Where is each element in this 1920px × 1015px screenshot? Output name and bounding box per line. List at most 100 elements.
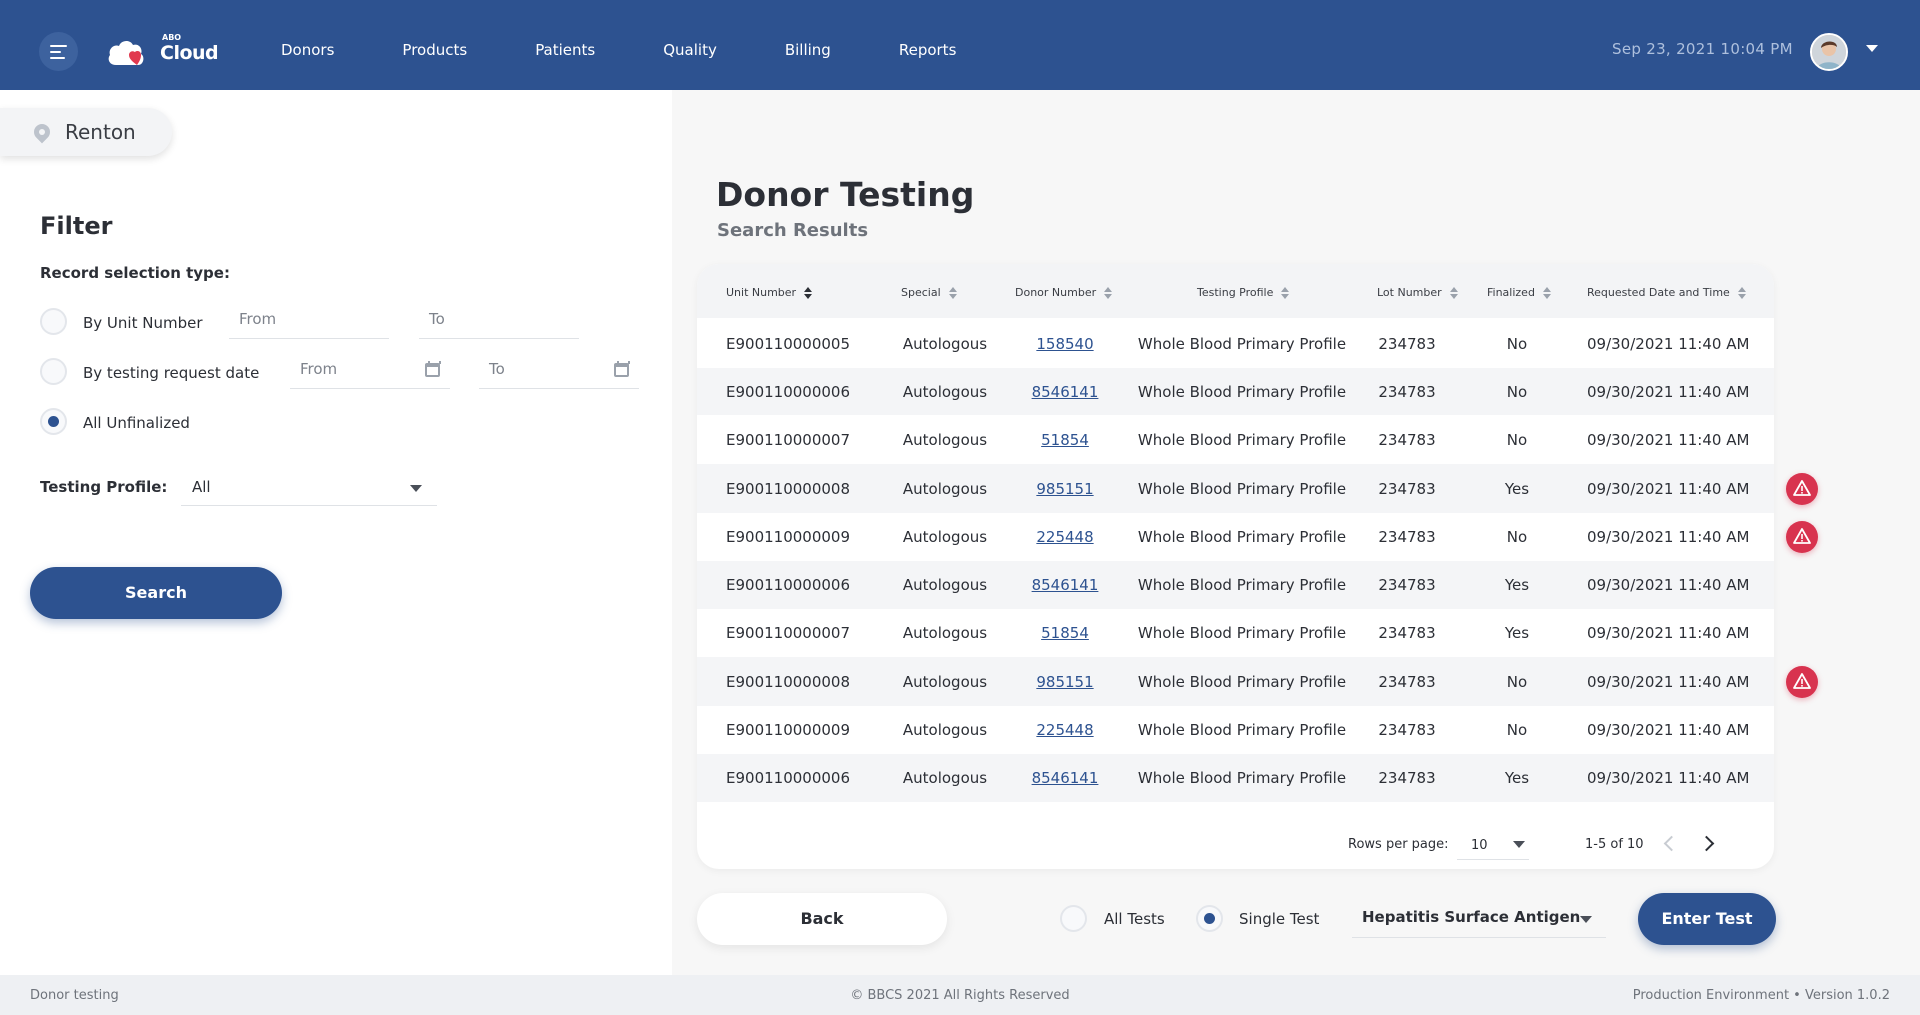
cell-lot: 234783: [1378, 721, 1436, 739]
donor-number-link[interactable]: 51854: [1015, 431, 1115, 449]
table-row[interactable]: E900110000007 Autologous 51854 Whole Blood …: [697, 415, 1774, 464]
previous-page-chevron-left-icon[interactable]: [1663, 835, 1680, 852]
donor-number-link[interactable]: 8546141: [1015, 383, 1115, 401]
column-header-donor-number[interactable]: Donor Number: [1015, 286, 1113, 299]
nav-item-patients[interactable]: Patients: [535, 0, 595, 100]
abo-cloud-logo[interactable]: ABO Cloud: [107, 33, 219, 69]
nav-item-quality[interactable]: Quality: [663, 0, 717, 100]
cell-finalized: No: [1506, 334, 1528, 353]
donor-number-link[interactable]: 51854: [1015, 624, 1115, 642]
sort-icon[interactable]: [948, 287, 957, 299]
back-button[interactable]: Back: [697, 893, 947, 945]
single-test-chevron-down-icon: [1580, 916, 1592, 923]
results-table: Unit Number Special Donor Number Testing…: [697, 264, 1774, 869]
testing-profile-value: All: [192, 478, 211, 496]
donor-number-link[interactable]: 225448: [1015, 721, 1115, 739]
all-unfinalized-radio[interactable]: [40, 408, 67, 435]
table-row[interactable]: E900110000008 Autologous 985151 Whole Blood…: [697, 464, 1774, 513]
nav-item-reports[interactable]: Reports: [899, 0, 957, 100]
donor-number-link[interactable]: 225448: [1015, 528, 1115, 546]
warning-triangle-icon[interactable]: [1786, 521, 1818, 553]
rows-per-page-select[interactable]: 10: [1457, 828, 1529, 860]
pagination-range: 1-5 of 10: [1585, 837, 1644, 852]
testing-profile-select[interactable]: All: [181, 468, 437, 506]
hamburger-menu-icon[interactable]: [39, 32, 78, 71]
cell-special: Autologous: [902, 334, 988, 353]
donor-number-link[interactable]: 8546141: [1015, 576, 1115, 594]
cell-special: Autologous: [902, 528, 988, 546]
donor-number-link[interactable]: 985151: [1015, 480, 1115, 498]
sort-icon[interactable]: [804, 287, 813, 299]
table-row[interactable]: E900110000008 Autologous 985151 Whole Blood…: [697, 657, 1774, 706]
table-row[interactable]: E900110000006 Autologous 8546141 Whole Bloo…: [697, 368, 1774, 415]
date-from-calendar-icon[interactable]: [425, 361, 441, 377]
single-test-select[interactable]: Hepatitis Surface Antigen: [1352, 898, 1606, 938]
date-to-input[interactable]: To: [479, 355, 639, 389]
date-to-calendar-icon[interactable]: [614, 361, 630, 377]
column-header-requested-date-time[interactable]: Requested Date and Time: [1587, 286, 1746, 299]
cell-lot: 234783: [1378, 672, 1436, 691]
nav-item-donors[interactable]: Donors: [281, 0, 334, 100]
cell-finalized: Yes: [1504, 576, 1530, 594]
cell-requested-date-time: 09/30/2021 11:40 AM: [1587, 528, 1750, 546]
cell-lot: 234783: [1378, 624, 1436, 642]
by-unit-number-radio[interactable]: [40, 308, 67, 335]
cell-special: Autologous: [902, 672, 988, 691]
search-button[interactable]: Search: [30, 567, 282, 619]
cell-special: Autologous: [902, 479, 988, 498]
sort-icon[interactable]: [1737, 287, 1746, 299]
cell-requested-date-time: 09/30/2021 11:40 AM: [1587, 769, 1750, 787]
enter-test-button[interactable]: Enter Test: [1638, 893, 1776, 945]
cell-unit: E900110000009: [726, 528, 850, 546]
sort-icon[interactable]: [1449, 287, 1458, 299]
table-row[interactable]: E900110000009 Autologous 225448 Whole Blood…: [697, 706, 1774, 754]
next-page-chevron-right-icon[interactable]: [1698, 835, 1715, 852]
cell-finalized: No: [1506, 382, 1528, 401]
top-navigation-bar: ABO Cloud Donors Products Patients Quali…: [0, 0, 1920, 90]
nav-item-billing[interactable]: Billing: [785, 0, 831, 100]
donor-number-link[interactable]: 985151: [1015, 673, 1115, 691]
table-row[interactable]: E900110000006 Autologous 8546141 Whole Bloo…: [697, 754, 1774, 802]
footer: Donor testing © BBCS 2021 All Rights Res…: [0, 975, 1920, 1015]
column-header-lot-number[interactable]: Lot Number: [1377, 286, 1458, 299]
column-header-finalized[interactable]: Finalized: [1487, 286, 1551, 299]
nav-item-products[interactable]: Products: [402, 0, 467, 100]
cell-lot: 234783: [1378, 430, 1436, 449]
single-test-radio[interactable]: [1196, 905, 1223, 932]
cell-profile: Whole Blood Primary Profile: [1137, 721, 1347, 739]
cell-profile: Whole Blood Primary Profile: [1137, 528, 1347, 546]
cell-requested-date-time: 09/30/2021 11:40 AM: [1587, 382, 1750, 401]
by-testing-date-radio[interactable]: [40, 358, 67, 385]
warning-triangle-icon[interactable]: [1786, 472, 1818, 505]
donor-number-link[interactable]: 158540: [1015, 335, 1115, 353]
user-avatar[interactable]: [1810, 33, 1848, 71]
filter-panel: Renton Filter Record selection type: By …: [0, 90, 672, 975]
table-row[interactable]: E900110000006 Autologous 8546141 Whole Bloo…: [697, 561, 1774, 609]
cell-requested-date-time: 09/30/2021 11:40 AM: [1587, 334, 1750, 353]
column-header-special[interactable]: Special: [901, 286, 957, 299]
main-nav: Donors Products Patients Quality Billing…: [281, 0, 1024, 100]
cell-finalized: No: [1506, 430, 1528, 449]
column-header-unit-number[interactable]: Unit Number: [726, 286, 813, 299]
donor-number-link[interactable]: 8546141: [1015, 769, 1115, 787]
unit-from-input[interactable]: From: [229, 305, 389, 339]
cloud-logo-icon: [108, 40, 144, 65]
table-row[interactable]: E900110000007 Autologous 51854 Whole Blood …: [697, 609, 1774, 657]
table-row[interactable]: E900110000005 Autologous 158540 Whole Blood…: [697, 319, 1774, 368]
sort-icon[interactable]: [1281, 287, 1290, 299]
unit-to-input[interactable]: To: [419, 305, 579, 339]
cell-profile: Whole Blood Primary Profile: [1137, 769, 1347, 787]
all-tests-label: All Tests: [1104, 910, 1165, 928]
sort-icon[interactable]: [1104, 287, 1113, 299]
warning-triangle-icon[interactable]: [1786, 665, 1818, 698]
cell-finalized: No: [1506, 721, 1528, 739]
user-menu-chevron-down-icon[interactable]: [1866, 45, 1878, 52]
date-from-input[interactable]: From: [290, 355, 450, 389]
unit-from-placeholder: From: [239, 310, 277, 328]
column-header-testing-profile[interactable]: Testing Profile: [1197, 286, 1290, 299]
location-selector[interactable]: Renton: [0, 108, 172, 156]
all-tests-radio[interactable]: [1060, 905, 1087, 932]
table-row[interactable]: E900110000009 Autologous 225448 Whole Blood…: [697, 513, 1774, 561]
sort-icon[interactable]: [1542, 287, 1551, 299]
all-unfinalized-label: All Unfinalized: [83, 414, 190, 432]
